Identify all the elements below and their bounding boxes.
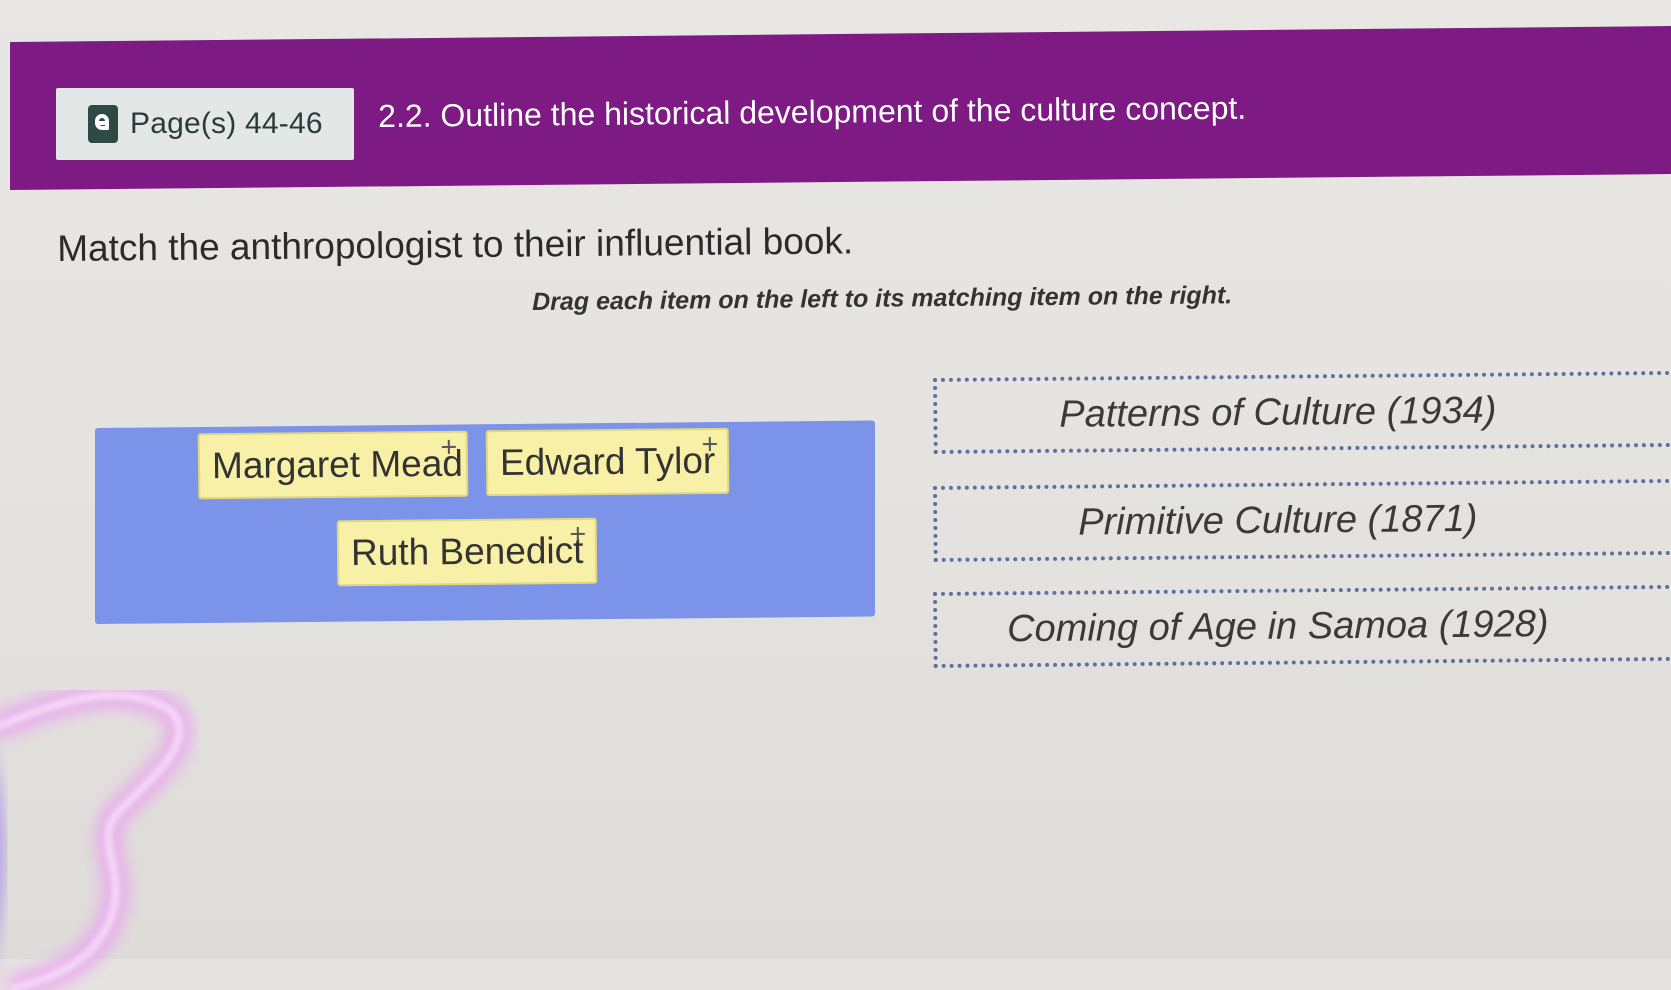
drag-item-ruth-benedict[interactable]: Ruth Benedict: [336, 517, 598, 587]
drop-target-label: Patterns of Culture (1934): [1059, 389, 1497, 436]
question-prompt: Match the anthropologist to their influe…: [57, 220, 854, 269]
drop-target-primitive-culture[interactable]: Primitive Culture (1871): [933, 478, 1671, 562]
move-icon: [441, 439, 457, 455]
drag-item-margaret-mead[interactable]: Margaret Mead: [197, 430, 469, 500]
page-reference-button[interactable]: Page(s) 44-46: [56, 88, 354, 160]
drop-target-coming-of-age-in-samoa[interactable]: Coming of Age in Samoa (1928): [933, 584, 1671, 668]
page-reference-label: Page(s) 44-46: [130, 107, 323, 140]
drag-item-label: Margaret Mead: [211, 442, 464, 487]
drop-target-label: Coming of Age in Samoa (1928): [1006, 602, 1549, 650]
screen-background: Page(s) 44-46 2.2. Outline the historica…: [0, 0, 1671, 990]
screen-glare: [0, 690, 193, 990]
move-icon: [702, 436, 718, 452]
drag-item-label: Edward Tylor: [499, 439, 716, 484]
ebook-icon: [88, 105, 118, 143]
drop-target-patterns-of-culture[interactable]: Patterns of Culture (1934): [933, 370, 1671, 454]
question-instruction: Drag each item on the left to its matchi…: [532, 281, 1233, 316]
drop-target-label: Primitive Culture (1871): [1078, 497, 1478, 544]
move-icon: [570, 526, 586, 542]
drag-item-edward-tylor[interactable]: Edward Tylor: [485, 427, 730, 497]
drag-item-label: Ruth Benedict: [350, 529, 584, 574]
